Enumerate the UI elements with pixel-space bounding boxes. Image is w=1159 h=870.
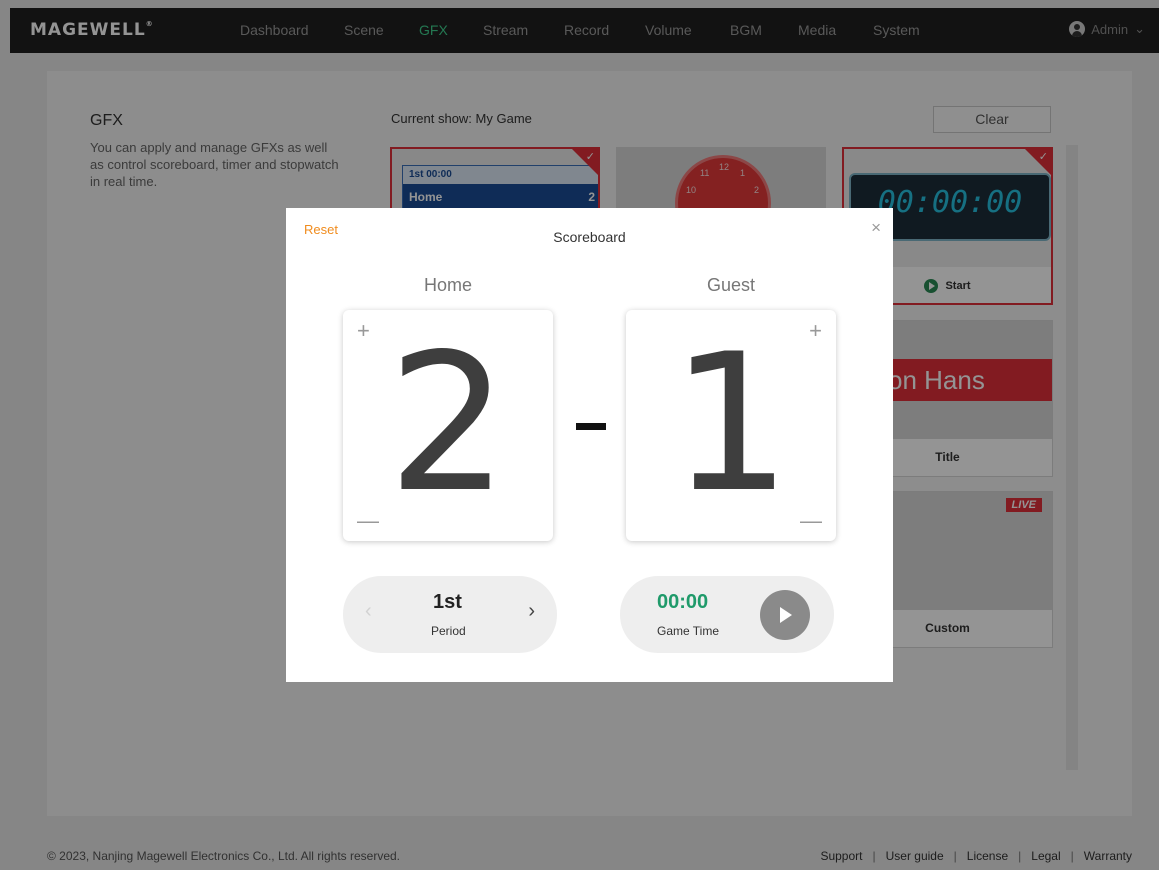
- score-separator: [576, 423, 606, 430]
- game-time-label: Game Time: [657, 624, 720, 638]
- home-score: 2: [387, 313, 509, 534]
- game-time-control: 00:00 Game Time: [620, 576, 834, 653]
- period-label: Period: [431, 624, 466, 638]
- guest-score: 1: [670, 313, 792, 534]
- chevron-left-icon[interactable]: ‹: [365, 600, 372, 623]
- dialog-title: Scoreboard: [553, 229, 626, 245]
- guest-score-box: + 1 —: [626, 310, 836, 541]
- chevron-right-icon[interactable]: ›: [528, 600, 535, 623]
- scoreboard-dialog: Reset Scoreboard × Home Guest + 2 — + 1 …: [286, 208, 893, 682]
- period-value: 1st: [433, 591, 462, 613]
- guest-minus-icon[interactable]: —: [800, 508, 822, 534]
- home-minus-icon[interactable]: —: [357, 508, 379, 534]
- guest-label: Guest: [706, 275, 756, 295]
- play-icon[interactable]: [760, 590, 810, 640]
- close-icon[interactable]: ×: [871, 218, 881, 238]
- home-score-box: + 2 —: [343, 310, 553, 541]
- home-label: Home: [423, 275, 472, 295]
- period-control: ‹ 1st Period ›: [343, 576, 557, 653]
- game-time-value: 00:00: [657, 591, 709, 613]
